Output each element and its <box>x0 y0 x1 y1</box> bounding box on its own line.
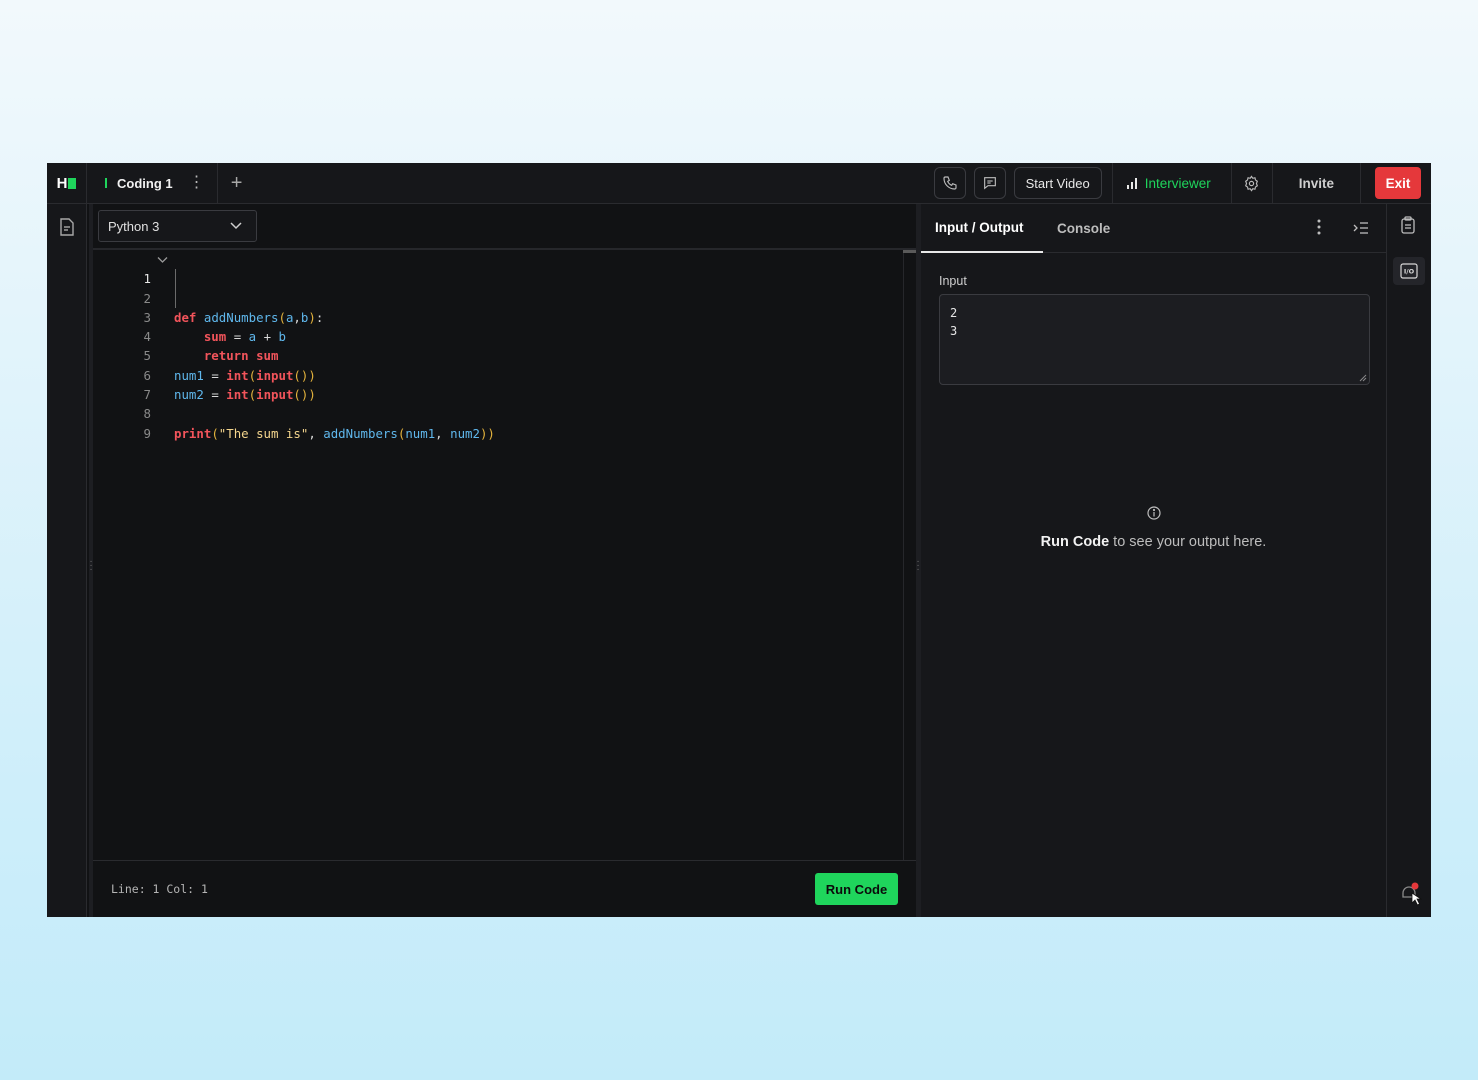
notification-icon[interactable] <box>1399 880 1423 911</box>
code-line[interactable]: 8 print("The sum is", addNumbers(num1, n… <box>93 385 903 440</box>
logo-square <box>68 177 77 189</box>
splitter-grip-icon: · · · <box>916 556 920 575</box>
tab-label: Coding 1 <box>117 175 173 191</box>
tab-active-marker <box>105 178 107 188</box>
fold-chevron-icon[interactable] <box>157 250 168 269</box>
code-line[interactable]: 2 sum = a + b <box>93 269 903 344</box>
code-line[interactable]: 5 num1 = int(input()) <box>93 327 903 382</box>
tab-input-output[interactable]: Input / Output <box>921 204 1043 253</box>
kebab-icon[interactable] <box>1317 219 1321 240</box>
code-line[interactable]: 4 <box>93 308 903 344</box>
interviewer-label: Interviewer <box>1144 175 1211 191</box>
collapse-panel-icon[interactable] <box>1353 221 1369 240</box>
tab-coding-1[interactable]: Coding 1 ⋮ <box>87 163 218 204</box>
settings-button[interactable] <box>1232 163 1272 204</box>
cursor-position: Line: 1 Col: 1 <box>111 882 208 896</box>
logo: H <box>47 163 87 204</box>
signal-bars-icon <box>1126 177 1137 189</box>
right-rail: I/O <box>1386 204 1431 917</box>
chevron-down-icon <box>230 222 242 230</box>
logo-text: H <box>56 174 68 192</box>
code-line[interactable]: 9 <box>93 404 903 441</box>
tab-kebab-icon[interactable]: ⋮ <box>189 175 205 191</box>
code-line[interactable]: 6 num2 = int(input()) <box>93 346 903 402</box>
interviewer-button[interactable]: Interviewer <box>1113 176 1231 191</box>
io-panel: Input / Output Console Input 2 3 Run Cod… <box>921 204 1386 917</box>
clipboard-icon[interactable] <box>1400 216 1416 239</box>
output-hint-bold: Run Code <box>1040 534 1110 550</box>
start-video-button[interactable]: Start Video <box>1013 167 1102 199</box>
scrollbar-thumb[interactable] <box>903 250 916 253</box>
output-hint: Run Code to see your output here. <box>921 534 1386 550</box>
file-icon[interactable] <box>59 218 75 241</box>
editor-footer: Line: 1 Col: 1 Run Code <box>93 860 916 917</box>
gear-icon <box>1245 174 1259 192</box>
code-line[interactable]: 3 return sum <box>93 288 903 363</box>
info-icon <box>1147 506 1161 525</box>
code-line[interactable]: 7 <box>93 366 903 402</box>
app-window: H Coding 1 ⋮ + Start Video Interviewer I… <box>47 163 1431 917</box>
language-value: Python 3 <box>108 218 160 234</box>
left-rail <box>47 204 87 917</box>
chat-button[interactable] <box>973 167 1006 199</box>
language-select[interactable]: Python 3 <box>98 210 257 242</box>
add-tab-icon[interactable]: + <box>218 163 256 204</box>
resize-handle-icon[interactable] <box>1359 374 1367 382</box>
code-editor: Python 3 1 def addNumbers(a,b): 2 sum = … <box>93 204 916 917</box>
exit-button[interactable]: Exit <box>1375 167 1421 199</box>
run-code-button[interactable]: Run Code <box>815 873 898 905</box>
code-text: print("The sum is", addNumbers(num1, num… <box>174 425 495 441</box>
stdin-value: 2 3 <box>950 306 958 338</box>
code-line[interactable]: 1 def addNumbers(a,b): <box>93 250 903 325</box>
io-icon[interactable]: I/O <box>1393 257 1425 285</box>
line-number: 9 <box>143 425 151 441</box>
phone-icon <box>943 176 957 190</box>
stdin-input[interactable]: 2 3 <box>939 294 1370 385</box>
chat-icon <box>983 177 996 190</box>
output-hint-rest: to see your output here. <box>1109 534 1267 550</box>
code-area[interactable]: 1 def addNumbers(a,b): 2 sum = a + b 3 r… <box>93 250 903 860</box>
phone-button[interactable] <box>933 167 966 199</box>
top-bar: H Coding 1 ⋮ + Start Video Interviewer I… <box>47 163 1431 204</box>
svg-text:I/O: I/O <box>1404 268 1415 276</box>
io-tabs: Input / Output Console <box>921 204 1386 253</box>
input-label: Input <box>939 274 967 288</box>
invite-button[interactable]: Invite <box>1273 163 1360 204</box>
tab-console[interactable]: Console <box>1057 204 1110 253</box>
